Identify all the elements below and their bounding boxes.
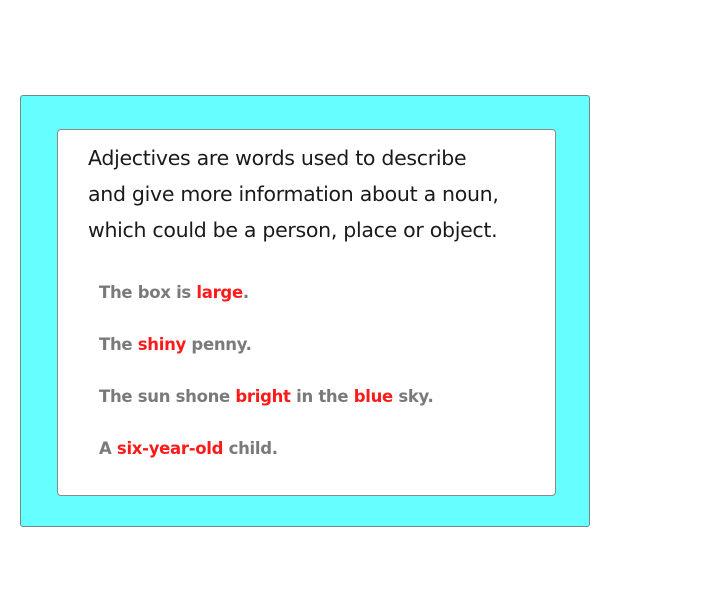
example-sentence-4: A six-year-old child. bbox=[99, 439, 433, 491]
definition-line-2: and give more information about a noun, bbox=[88, 182, 499, 206]
adjective-word: blue bbox=[353, 387, 394, 406]
adjective-word: six-year-old bbox=[116, 439, 224, 458]
sentence-text: The bbox=[99, 335, 138, 354]
definition-line-1: Adjectives are words used to describe bbox=[88, 146, 467, 170]
adjective-word: large bbox=[196, 283, 243, 302]
lesson-panel: Adjectives are words used to describe and… bbox=[20, 95, 590, 527]
adjective-word: shiny bbox=[137, 335, 187, 354]
example-sentence-3: The sun shone bright in the blue sky. bbox=[99, 387, 434, 439]
adjective-word: bright bbox=[235, 387, 291, 406]
sentence-text: . bbox=[242, 283, 249, 302]
sentence-text: The box is bbox=[99, 283, 197, 302]
example-sentence-1: The box is large. bbox=[99, 283, 433, 335]
sentence-text: sky. bbox=[392, 387, 434, 406]
sentence-text: child. bbox=[223, 439, 278, 458]
sentence-text: penny. bbox=[185, 335, 252, 354]
example-sentence-2: The shiny penny. bbox=[99, 335, 433, 387]
example-sentences: The box is large. The shiny penny. The s… bbox=[99, 283, 434, 491]
definition-line-3: which could be a person, place or object… bbox=[88, 218, 498, 242]
sentence-text: A bbox=[99, 439, 117, 458]
sentence-text: in the bbox=[290, 387, 354, 406]
adjective-definition: Adjectives are words used to describe and… bbox=[88, 140, 548, 248]
lesson-card: Adjectives are words used to describe and… bbox=[57, 129, 556, 496]
sentence-text: The sun shone bbox=[99, 387, 236, 406]
